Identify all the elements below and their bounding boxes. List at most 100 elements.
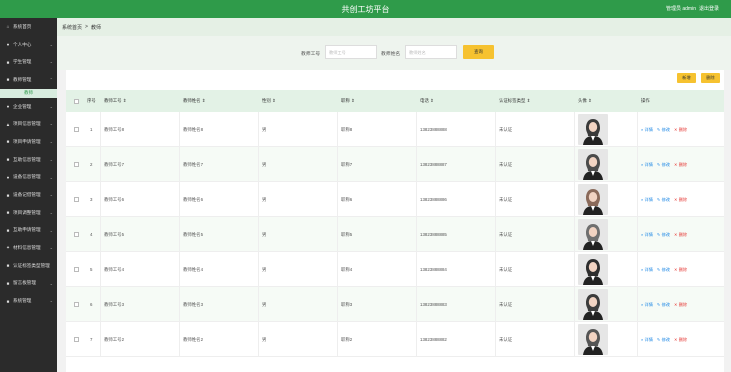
grid-icon: ■ bbox=[6, 227, 10, 233]
select-all-checkbox[interactable] bbox=[74, 98, 79, 104]
column-divider bbox=[337, 252, 338, 286]
edit-button[interactable]: ✎ 修改 bbox=[657, 232, 670, 238]
table-row: 7 教师工号2 教师姓名2 男职称2 13823888882 未认证 ⌕ 详情 ✎ 修改 ✕ 删… bbox=[66, 322, 724, 357]
detail-button[interactable]: ⌕ 详情 bbox=[641, 127, 653, 133]
header-avatar[interactable]: 头像 ⇕ bbox=[578, 90, 592, 112]
sidebar-item[interactable]: ✦ 材料信息管理 ⌄ bbox=[0, 239, 57, 257]
detail-button[interactable]: ⌕ 详情 bbox=[641, 302, 653, 308]
edit-button[interactable]: ✎ 修改 bbox=[657, 127, 670, 133]
column-divider bbox=[637, 112, 638, 146]
header-title[interactable]: 职称 ⇕ bbox=[341, 90, 355, 112]
sidebar-subitem-teacher[interactable]: 教师 bbox=[0, 88, 57, 98]
cell-teacher-no: 教师工号3 bbox=[104, 301, 125, 307]
search-icon: ⌕ bbox=[641, 126, 644, 132]
sidebar-item[interactable]: ■ 项目调整管理 ⌄ bbox=[0, 204, 57, 222]
cell-phone: 13823888885 bbox=[420, 232, 447, 237]
sidebar-item[interactable]: ⌂ 系统首页 bbox=[0, 18, 57, 36]
delete-row-button[interactable]: ✕ 删除 bbox=[674, 232, 687, 238]
sidebar-item[interactable]: ■ 认证标签类型管理 bbox=[0, 257, 57, 275]
row-checkbox[interactable] bbox=[74, 337, 79, 342]
sidebar-item[interactable]: ■ 教师管理 ⌃ bbox=[0, 71, 57, 89]
edit-label: 修改 bbox=[661, 161, 670, 167]
row-checkbox[interactable] bbox=[74, 267, 79, 272]
edit-button[interactable]: ✎ 修改 bbox=[657, 337, 670, 343]
header-teacher-no[interactable]: 教师工号 ⇕ bbox=[104, 90, 126, 112]
delete-row-button[interactable]: ✕ 删除 bbox=[674, 337, 687, 343]
column-divider bbox=[495, 182, 496, 216]
detail-button[interactable]: ⌕ 详情 bbox=[641, 337, 653, 343]
cell-title: 职称2 bbox=[341, 336, 353, 342]
cell-cert-type: 未认证 bbox=[499, 301, 513, 307]
grid-icon: ■ bbox=[6, 210, 10, 216]
cell-teacher-no: 教师工号2 bbox=[104, 336, 125, 342]
detail-button[interactable]: ⌕ 详情 bbox=[641, 162, 653, 168]
detail-button[interactable]: ⌕ 详情 bbox=[641, 197, 653, 203]
sidebar-item-label: 设备记借管理 bbox=[13, 192, 41, 198]
row-checkbox[interactable] bbox=[74, 302, 79, 307]
edit-icon: ✎ bbox=[656, 161, 661, 167]
sidebar-item[interactable]: ■ 设备记借管理 ⌄ bbox=[0, 186, 57, 204]
header-gender[interactable]: 性别 ⇕ bbox=[262, 90, 276, 112]
header-phone[interactable]: 电话 ⇕ bbox=[420, 90, 434, 112]
delete-row-button[interactable]: ✕ 删除 bbox=[674, 302, 687, 308]
edit-button[interactable]: ✎ 修改 bbox=[657, 162, 670, 168]
detail-button[interactable]: ⌕ 详情 bbox=[641, 232, 653, 238]
edit-icon: ✎ bbox=[656, 336, 661, 342]
header-teacher-name[interactable]: 教师姓名 ⇕ bbox=[183, 90, 205, 112]
edit-label: 修改 bbox=[661, 196, 670, 202]
search-button[interactable]: 查询 bbox=[463, 45, 494, 59]
sidebar-item[interactable]: ■ 互助申请管理 ⌄ bbox=[0, 222, 57, 240]
delete-button[interactable]: 删除 bbox=[701, 73, 720, 83]
row-ops: ⌕ 详情 ✎ 修改 ✕ 删除 bbox=[641, 322, 687, 357]
column-divider bbox=[100, 322, 101, 356]
column-divider bbox=[258, 112, 259, 146]
breadcrumb-home[interactable]: 系统首页 bbox=[62, 24, 82, 31]
row-checkbox[interactable] bbox=[74, 232, 79, 237]
delete-label: 删除 bbox=[678, 336, 688, 342]
sidebar-item-label: 教师管理 bbox=[13, 76, 32, 82]
grid-icon: ■ bbox=[6, 59, 10, 65]
search-icon: ⌕ bbox=[641, 231, 644, 237]
column-divider bbox=[416, 252, 417, 286]
teacher-no-input[interactable]: 教师工号 bbox=[325, 45, 377, 59]
edit-button[interactable]: ✎ 修改 bbox=[657, 197, 670, 203]
column-divider bbox=[258, 147, 259, 181]
sidebar-item[interactable]: ▲ 项目信息管理 ⌄ bbox=[0, 115, 57, 133]
sidebar-item[interactable]: ■ 互助信息管理 ⌄ bbox=[0, 151, 57, 169]
sidebar-item[interactable]: ● 企业管理 ⌄ bbox=[0, 98, 57, 116]
detail-button[interactable]: ⌕ 详情 bbox=[641, 267, 653, 273]
delete-row-button[interactable]: ✕ 删除 bbox=[674, 197, 687, 203]
avatar-image bbox=[578, 254, 608, 285]
edit-button[interactable]: ✎ 修改 bbox=[657, 302, 670, 308]
row-checkbox[interactable] bbox=[74, 197, 79, 202]
column-divider bbox=[416, 322, 417, 356]
sidebar-item[interactable]: ■ 系统管理 ⌄ bbox=[0, 292, 57, 310]
delete-row-button[interactable]: ✕ 删除 bbox=[674, 127, 687, 133]
row-checkbox[interactable] bbox=[74, 127, 79, 132]
search-bar: 教师工号 教师工号 教师姓名 教师姓名 查询 bbox=[57, 36, 731, 70]
cell-gender: 男 bbox=[262, 126, 267, 132]
column-divider bbox=[637, 182, 638, 216]
logout-link[interactable]: 退出登录 bbox=[699, 5, 719, 12]
row-checkbox[interactable] bbox=[74, 162, 79, 167]
sidebar-item[interactable]: ■ 留言板管理 ⌄ bbox=[0, 275, 57, 293]
add-button[interactable]: 新增 bbox=[677, 73, 696, 83]
close-icon: ✕ bbox=[674, 196, 678, 202]
chevron-down-icon: ⌄ bbox=[49, 41, 53, 47]
header-cert-type[interactable]: 认证标签类型 ⇕ bbox=[499, 90, 530, 112]
teacher-name-input[interactable]: 教师姓名 bbox=[405, 45, 457, 59]
column-divider bbox=[495, 322, 496, 356]
column-divider bbox=[337, 322, 338, 356]
sidebar-item[interactable]: ■ 项目申请管理 ⌄ bbox=[0, 133, 57, 151]
chevron-down-icon: ⌄ bbox=[49, 121, 53, 127]
sidebar-item[interactable]: ● 设备信息管理 ⌄ bbox=[0, 169, 57, 187]
chevron-down-icon: ⌄ bbox=[49, 280, 53, 286]
grid-icon: ■ bbox=[6, 139, 10, 145]
delete-row-button[interactable]: ✕ 删除 bbox=[674, 162, 687, 168]
column-divider bbox=[416, 182, 417, 216]
edit-button[interactable]: ✎ 修改 bbox=[657, 267, 670, 273]
close-icon: ✕ bbox=[674, 231, 678, 237]
sidebar-item[interactable]: ● 个人中心 ⌄ bbox=[0, 36, 57, 54]
delete-row-button[interactable]: ✕ 删除 bbox=[674, 267, 687, 273]
sidebar-item[interactable]: ■ 学生管理 ⌄ bbox=[0, 53, 57, 71]
